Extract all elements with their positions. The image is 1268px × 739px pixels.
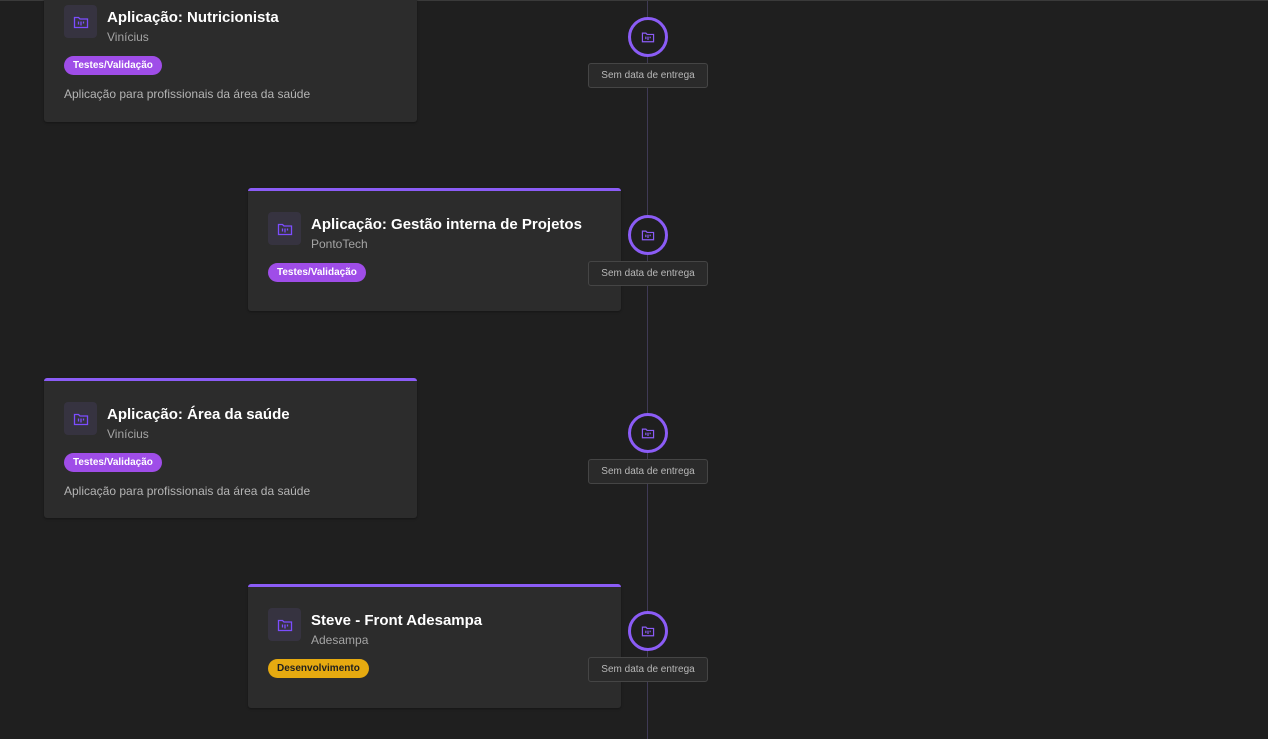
project-title: Aplicação: Gestão interna de Projetos [311,216,582,233]
folder-kanban-icon [64,402,97,435]
project-description: Aplicação para profissionais da área da … [64,484,311,498]
status-badge: Testes/Validação [64,453,162,472]
project-description: Aplicação para profissionais da área da … [64,87,311,101]
folder-kanban-icon [641,626,655,637]
timeline-node[interactable] [628,611,668,651]
project-card[interactable]: Aplicação: Nutricionista Vinícius Testes… [44,0,417,122]
project-client: Adesampa [311,633,369,647]
folder-kanban-icon [641,32,655,43]
delivery-date-label: Sem data de entrega [588,63,708,88]
delivery-date-label: Sem data de entrega [588,657,708,682]
project-title: Aplicação: Nutricionista [107,9,279,26]
folder-kanban-icon [268,212,301,245]
timeline-node[interactable] [628,215,668,255]
project-client: Vinícius [107,30,149,44]
timeline-node[interactable] [628,413,668,453]
folder-kanban-icon [641,428,655,439]
folder-kanban-icon [641,230,655,241]
folder-kanban-icon [268,608,301,641]
project-client: Vinícius [107,427,149,441]
project-title: Steve - Front Adesampa [311,612,483,629]
timeline-node[interactable] [628,17,668,57]
status-badge: Testes/Validação [268,263,366,282]
project-card[interactable]: Aplicação: Área da saúde Vinícius Testes… [44,378,417,518]
status-badge: Desenvolvimento [268,659,369,678]
delivery-date-label: Sem data de entrega [588,261,708,286]
delivery-date-label: Sem data de entrega [588,459,708,484]
folder-kanban-icon [64,5,97,38]
project-title: Aplicação: Área da saúde [107,406,290,423]
project-card[interactable]: Steve - Front Adesampa Adesampa Desenvol… [248,584,621,708]
project-card[interactable]: Aplicação: Gestão interna de Projetos Po… [248,188,621,311]
timeline-view: Aplicação: Nutricionista Vinícius Testes… [0,0,1268,739]
project-client: PontoTech [311,237,368,251]
status-badge: Testes/Validação [64,56,162,75]
